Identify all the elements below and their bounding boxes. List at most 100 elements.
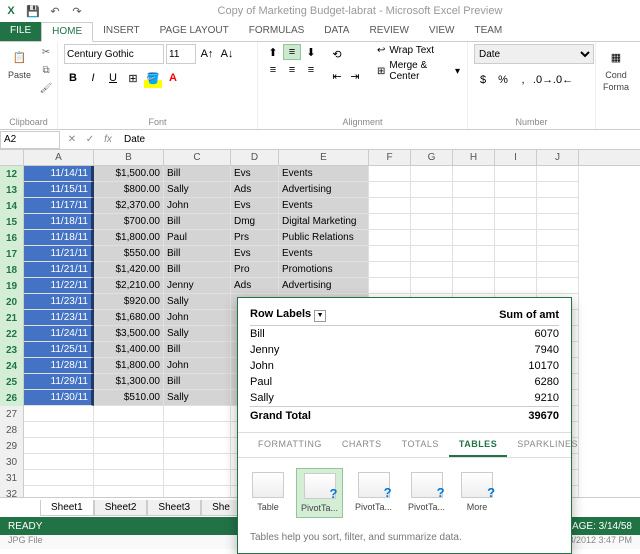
column-header[interactable]: G: [411, 150, 453, 165]
cell[interactable]: [537, 182, 579, 198]
cell[interactable]: [537, 278, 579, 294]
cell[interactable]: [94, 406, 164, 422]
cell[interactable]: [369, 246, 411, 262]
column-header[interactable]: F: [369, 150, 411, 165]
cell[interactable]: $1,300.00: [94, 374, 164, 390]
cell[interactable]: John: [164, 310, 231, 326]
qa-option[interactable]: PivotTa...: [351, 468, 396, 518]
cell[interactable]: $1,400.00: [94, 342, 164, 358]
cell[interactable]: Bill: [164, 342, 231, 358]
cell[interactable]: [537, 246, 579, 262]
cell[interactable]: Dmg: [231, 214, 279, 230]
cell[interactable]: [369, 230, 411, 246]
tab-formulas[interactable]: FORMULAS: [239, 22, 315, 41]
row-header[interactable]: 23: [0, 342, 24, 358]
cell[interactable]: [411, 246, 453, 262]
cell[interactable]: Ads: [231, 182, 279, 198]
cell[interactable]: Prs: [231, 230, 279, 246]
cell[interactable]: 11/15/11: [24, 182, 94, 198]
tab-file[interactable]: FILE: [0, 22, 41, 41]
cell[interactable]: [411, 262, 453, 278]
column-header[interactable]: D: [231, 150, 279, 165]
cell[interactable]: Jenny: [164, 278, 231, 294]
cell[interactable]: 11/30/11: [24, 390, 94, 406]
increase-font-icon[interactable]: A↑: [198, 44, 216, 64]
align-top-icon[interactable]: ⬆: [264, 44, 282, 60]
cell[interactable]: [495, 230, 537, 246]
cell[interactable]: [164, 470, 231, 486]
paste-button[interactable]: 📋 Paste: [6, 44, 33, 82]
cell[interactable]: [94, 470, 164, 486]
row-header[interactable]: 25: [0, 374, 24, 390]
cell[interactable]: [537, 262, 579, 278]
cancel-icon[interactable]: ✕: [64, 132, 80, 148]
sheet-tab[interactable]: Sheet3: [147, 500, 201, 516]
cell[interactable]: [537, 230, 579, 246]
row-header[interactable]: 17: [0, 246, 24, 262]
tab-view[interactable]: VIEW: [419, 22, 465, 41]
cell[interactable]: [411, 182, 453, 198]
cell[interactable]: 11/18/11: [24, 214, 94, 230]
column-header[interactable]: I: [495, 150, 537, 165]
cell[interactable]: John: [164, 198, 231, 214]
cell[interactable]: [24, 422, 94, 438]
align-center-icon[interactable]: ≡: [283, 62, 301, 78]
cell[interactable]: 11/18/11: [24, 230, 94, 246]
qa-tab-totals[interactable]: TOTALS: [392, 433, 449, 457]
cell[interactable]: [453, 182, 495, 198]
select-all-corner[interactable]: [0, 150, 24, 165]
align-middle-icon[interactable]: ≡: [283, 44, 301, 60]
cell[interactable]: $3,500.00: [94, 326, 164, 342]
cell[interactable]: [537, 166, 579, 182]
undo-icon[interactable]: ↶: [48, 4, 62, 18]
cell[interactable]: [164, 454, 231, 470]
cell[interactable]: Digital Marketing: [279, 214, 369, 230]
cell[interactable]: 11/23/11: [24, 294, 94, 310]
percent-icon[interactable]: %: [494, 70, 512, 90]
cell[interactable]: [369, 278, 411, 294]
cut-icon[interactable]: ✂: [37, 44, 55, 60]
cell[interactable]: Sally: [164, 326, 231, 342]
name-box[interactable]: A2: [0, 131, 60, 149]
row-header[interactable]: 29: [0, 438, 24, 454]
cell[interactable]: 11/25/11: [24, 342, 94, 358]
tab-team[interactable]: TEAM: [464, 22, 512, 41]
merge-center-button[interactable]: ⊞Merge & Center ▾: [376, 59, 461, 83]
row-header[interactable]: 13: [0, 182, 24, 198]
cell[interactable]: Evs: [231, 246, 279, 262]
row-header[interactable]: 28: [0, 422, 24, 438]
cell[interactable]: [94, 438, 164, 454]
cell[interactable]: [495, 214, 537, 230]
qa-option[interactable]: PivotTa...: [404, 468, 449, 518]
qa-tab-charts[interactable]: CHARTS: [332, 433, 392, 457]
column-header[interactable]: J: [537, 150, 579, 165]
enter-icon[interactable]: ✓: [82, 132, 98, 148]
column-header[interactable]: C: [164, 150, 231, 165]
cell[interactable]: Events: [279, 246, 369, 262]
font-name-select[interactable]: [64, 44, 164, 64]
cell[interactable]: $1,680.00: [94, 310, 164, 326]
column-header[interactable]: H: [453, 150, 495, 165]
cell[interactable]: [24, 454, 94, 470]
cell[interactable]: 11/14/11: [24, 166, 94, 182]
cell[interactable]: [411, 198, 453, 214]
italic-button[interactable]: I: [84, 68, 102, 88]
cell[interactable]: Bill: [164, 374, 231, 390]
decrease-decimal-icon[interactable]: .0←: [554, 70, 572, 90]
increase-decimal-icon[interactable]: .0→: [534, 70, 552, 90]
cell[interactable]: Events: [279, 166, 369, 182]
cell[interactable]: [453, 166, 495, 182]
cell[interactable]: $2,370.00: [94, 198, 164, 214]
cell[interactable]: Sally: [164, 182, 231, 198]
fill-color-button[interactable]: 🪣: [144, 68, 162, 88]
save-icon[interactable]: 💾: [26, 4, 40, 18]
cell[interactable]: [453, 278, 495, 294]
cell[interactable]: 11/24/11: [24, 326, 94, 342]
row-header[interactable]: 26: [0, 390, 24, 406]
row-header[interactable]: 24: [0, 358, 24, 374]
qa-option[interactable]: Table: [248, 468, 288, 518]
cell[interactable]: 11/28/11: [24, 358, 94, 374]
border-button[interactable]: ⊞: [124, 68, 142, 88]
orientation-icon[interactable]: ⟲: [328, 44, 346, 64]
cell[interactable]: [495, 166, 537, 182]
